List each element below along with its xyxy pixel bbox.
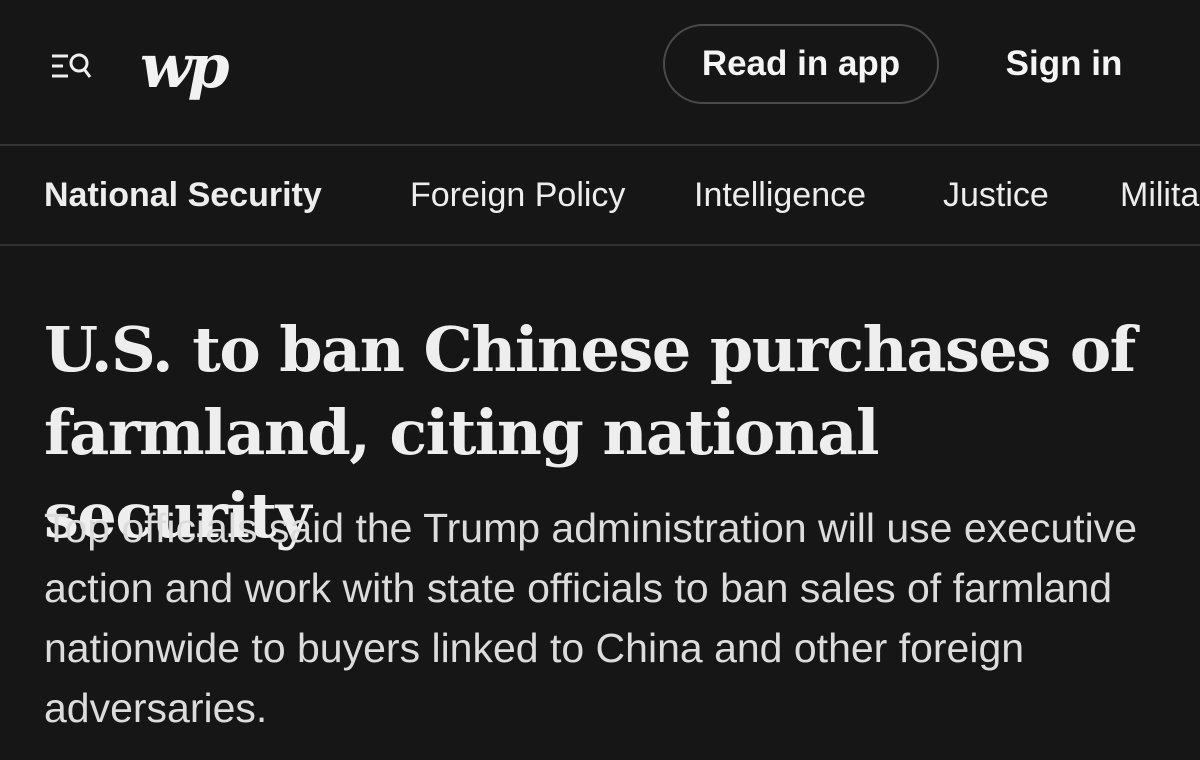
- menu-search-icon[interactable]: [48, 48, 94, 84]
- subnav-item-national-security[interactable]: National Security: [44, 146, 322, 244]
- subnav-item-justice[interactable]: Justice: [943, 146, 1049, 244]
- site-header: wp Read in app Sign in: [0, 0, 1200, 146]
- subnav-item-intelligence[interactable]: Intelligence: [694, 146, 866, 244]
- washington-post-logo[interactable]: wp: [140, 32, 230, 102]
- subnav-item-military[interactable]: Military: [1120, 146, 1200, 244]
- subnav-item-foreign-policy[interactable]: Foreign Policy: [410, 146, 625, 244]
- sign-in-button[interactable]: Sign in: [990, 24, 1138, 104]
- read-in-app-button[interactable]: Read in app: [663, 24, 939, 104]
- section-subnav: National Security Foreign Policy Intelli…: [0, 146, 1200, 246]
- article-dek: Top officials said the Trump administrat…: [44, 505, 1138, 731]
